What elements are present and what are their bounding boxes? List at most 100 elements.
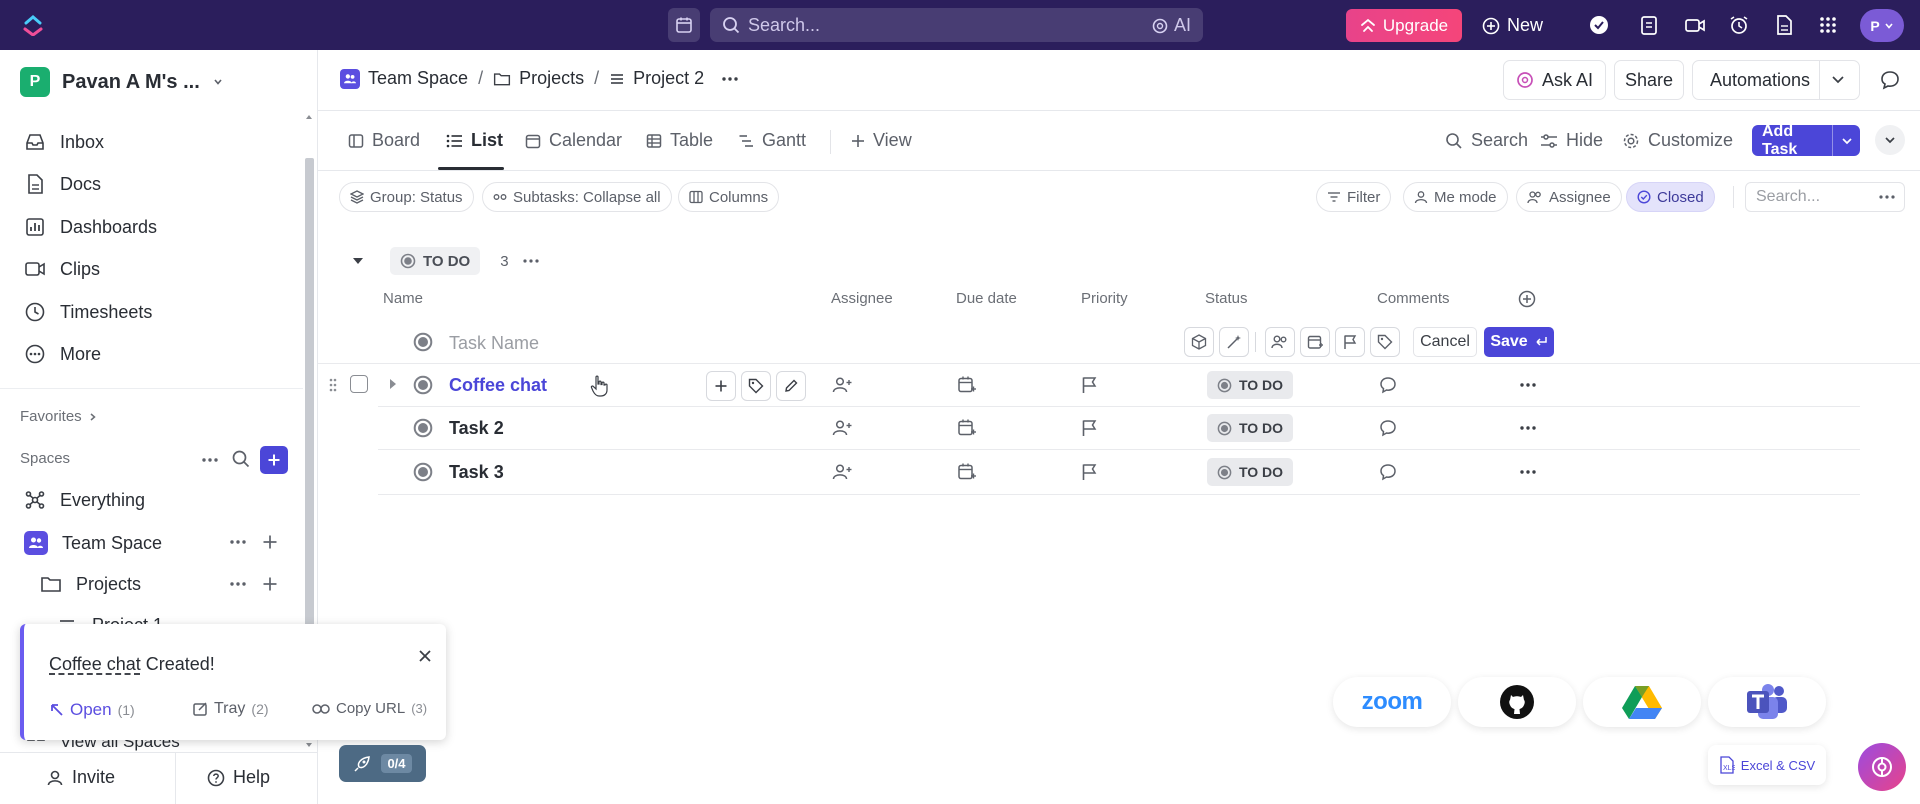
ai-assistant-fab[interactable]: [1858, 743, 1906, 791]
tab-board[interactable]: Board: [348, 130, 420, 151]
new-button[interactable]: New: [1482, 9, 1543, 42]
columns-chip[interactable]: Columns: [678, 182, 780, 212]
document-icon[interactable]: [1773, 14, 1795, 36]
video-icon[interactable]: [1684, 14, 1706, 36]
task-name[interactable]: Task 2: [449, 418, 504, 439]
sidebar-scrollbar[interactable]: [305, 158, 314, 628]
list-search-input[interactable]: Search...: [1745, 182, 1905, 212]
column-header-due-date[interactable]: Due date: [956, 290, 1017, 307]
assignee-chip[interactable]: Assignee: [1516, 182, 1622, 212]
invite-button[interactable]: Invite: [46, 767, 115, 788]
chevron-down-icon[interactable]: [1832, 125, 1860, 156]
tab-calendar[interactable]: Calendar: [525, 130, 622, 151]
github-integration-button[interactable]: [1458, 677, 1576, 727]
share-button[interactable]: Share: [1614, 60, 1684, 100]
priority-flag-icon[interactable]: [1080, 463, 1098, 481]
user-avatar-menu[interactable]: P: [1860, 9, 1904, 42]
breadcrumb-projects[interactable]: Projects: [493, 68, 584, 89]
collapse-group-icon[interactable]: [352, 256, 364, 266]
column-header-comments[interactable]: Comments: [1377, 290, 1450, 307]
status-circle-icon[interactable]: [413, 418, 433, 438]
subtasks-chip[interactable]: Subtasks: Collapse all: [482, 182, 672, 212]
favorites-header[interactable]: Favorites: [20, 408, 98, 425]
cancel-button[interactable]: Cancel: [1413, 327, 1477, 357]
sidebar-item-team-space[interactable]: Team Space: [24, 531, 162, 555]
add-tag-icon[interactable]: [741, 371, 771, 401]
due-date-icon[interactable]: [1300, 327, 1330, 357]
row-more-icon[interactable]: [1518, 380, 1538, 390]
status-badge[interactable]: TO DO: [1207, 458, 1293, 486]
team-space-add-icon[interactable]: [262, 534, 278, 550]
comment-bubble-icon[interactable]: [1379, 463, 1397, 481]
column-header-assignee[interactable]: Assignee: [831, 290, 893, 307]
toast-tray-button[interactable]: Tray (2): [192, 700, 269, 718]
sidebar-item-clips[interactable]: Clips: [24, 258, 100, 280]
assign-icon[interactable]: [1265, 327, 1295, 357]
add-task-button[interactable]: Add Task: [1752, 123, 1860, 158]
sidebar-item-dashboards[interactable]: Dashboards: [24, 216, 157, 238]
group-more-icon[interactable]: [521, 256, 541, 266]
add-assignee-icon[interactable]: [832, 419, 852, 437]
customize-button[interactable]: Customize: [1622, 130, 1733, 151]
team-space-more-icon[interactable]: [228, 536, 248, 548]
task-name[interactable]: Task 3: [449, 462, 504, 483]
spaces-search-icon[interactable]: [231, 449, 251, 469]
workspace-switcher[interactable]: P Pavan A M's ...: [20, 67, 224, 97]
sidebar-item-inbox[interactable]: Inbox: [24, 131, 104, 153]
row-more-icon[interactable]: [1518, 467, 1538, 477]
sidebar-item-more[interactable]: More: [24, 343, 101, 365]
new-task-name-input[interactable]: Task Name: [449, 333, 539, 354]
add-assignee-icon[interactable]: [832, 376, 852, 394]
save-button[interactable]: Save: [1484, 327, 1554, 357]
ask-ai-button[interactable]: Ask AI: [1503, 60, 1606, 100]
add-space-button[interactable]: [260, 446, 288, 474]
global-search-input[interactable]: Search... AI: [710, 8, 1203, 42]
breadcrumb-project-2[interactable]: Project 2: [609, 68, 704, 89]
task-name[interactable]: Coffee chat: [449, 375, 547, 396]
breadcrumb-team-space[interactable]: Team Space: [340, 68, 468, 89]
excel-csv-import-button[interactable]: XLS Excel & CSV: [1708, 745, 1826, 785]
priority-flag-icon[interactable]: [1335, 327, 1365, 357]
add-subtask-icon[interactable]: [706, 371, 736, 401]
breadcrumb-more-icon[interactable]: [720, 73, 740, 85]
toast-open-button[interactable]: Open (1): [50, 700, 135, 720]
list-search-button[interactable]: Search: [1445, 130, 1528, 151]
status-group-pill[interactable]: TO DO: [390, 247, 481, 275]
projects-more-icon[interactable]: [228, 578, 248, 590]
chevron-down-icon[interactable]: [1831, 74, 1845, 86]
due-date-calendar-icon[interactable]: [957, 418, 977, 438]
tab-gantt[interactable]: Gantt: [738, 130, 806, 151]
help-button[interactable]: Help: [207, 767, 270, 788]
expand-subtasks-icon[interactable]: [388, 378, 398, 390]
group-by-chip[interactable]: Group: Status: [339, 182, 474, 212]
ai-wand-icon[interactable]: [1219, 327, 1249, 357]
column-header-priority[interactable]: Priority: [1081, 290, 1128, 307]
google-drive-integration-button[interactable]: [1583, 677, 1701, 727]
status-badge[interactable]: TO DO: [1207, 371, 1293, 399]
toast-task-link[interactable]: Coffee chat: [49, 654, 141, 674]
onboarding-progress-button[interactable]: 0/4: [339, 745, 426, 782]
search-options-icon[interactable]: [1878, 192, 1896, 202]
tag-icon[interactable]: [1370, 327, 1400, 357]
scroll-down-arrow-icon[interactable]: [305, 742, 313, 748]
add-assignee-icon[interactable]: [832, 463, 852, 481]
toast-close-icon[interactable]: [417, 648, 433, 664]
priority-flag-icon[interactable]: [1080, 419, 1098, 437]
clickup-logo-icon[interactable]: [22, 14, 44, 36]
apps-grid-icon[interactable]: [1817, 14, 1839, 36]
priority-flag-icon[interactable]: [1080, 376, 1098, 394]
column-header-status[interactable]: Status: [1205, 290, 1248, 307]
due-date-calendar-icon[interactable]: [957, 462, 977, 482]
add-view-button[interactable]: View: [851, 130, 912, 151]
due-date-calendar-icon[interactable]: [957, 375, 977, 395]
status-badge[interactable]: TO DO: [1207, 414, 1293, 442]
me-mode-chip[interactable]: Me mode: [1403, 182, 1508, 212]
check-circle-icon[interactable]: [1588, 14, 1610, 36]
calendar-icon[interactable]: [668, 8, 700, 42]
alarm-clock-icon[interactable]: [1728, 14, 1750, 36]
status-circle-icon[interactable]: [413, 462, 433, 482]
chat-bubble-icon[interactable]: [1880, 70, 1900, 90]
automations-button[interactable]: Automations: [1692, 60, 1860, 100]
task-type-icon[interactable]: [1184, 327, 1214, 357]
spaces-more-icon[interactable]: [200, 454, 220, 466]
